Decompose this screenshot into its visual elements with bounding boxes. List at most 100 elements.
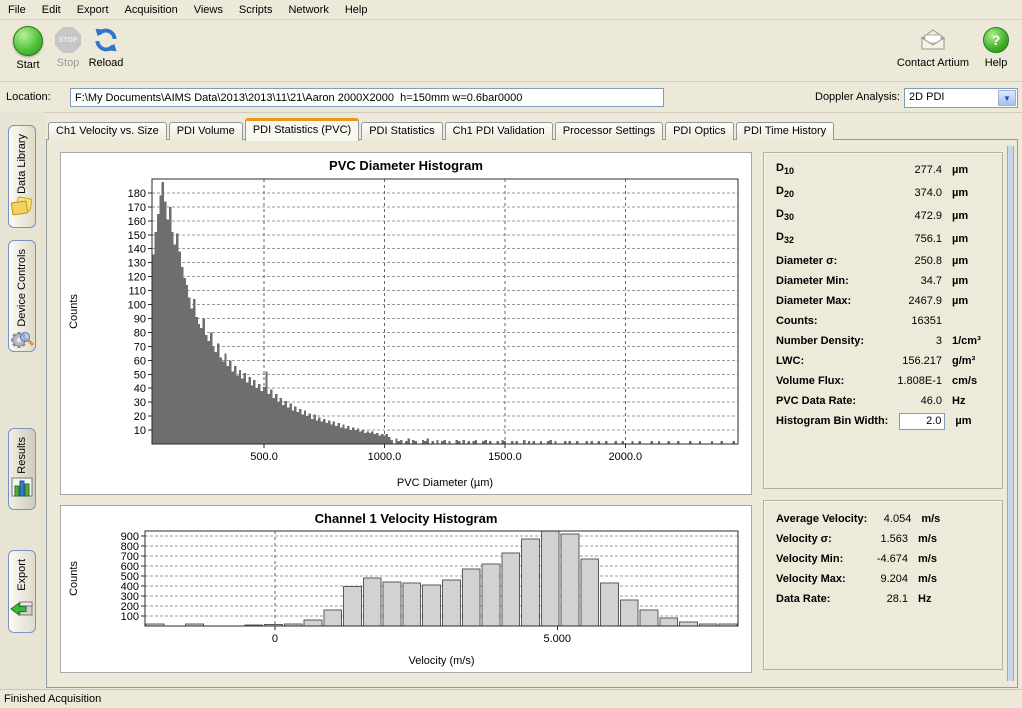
- stat-row-velocity: Velocity σ:1.563m/s: [776, 529, 994, 549]
- tab-strip: Ch1 Velocity vs. SizePDI VolumePDI Stati…: [48, 117, 1016, 140]
- velocity-histogram-panel: Channel 1 Velocity Histogram 10020030040…: [60, 505, 752, 673]
- stat-label: Velocity Min:: [776, 549, 862, 569]
- stat-row-lwc: LWC:156.217g/m³: [776, 351, 994, 371]
- svg-text:160: 160: [128, 216, 146, 228]
- menu-acquisition[interactable]: Acquisition: [117, 2, 186, 18]
- pvc-chart-title: PVC Diameter Histogram: [61, 153, 751, 175]
- aims-application-window: FileEditExportAcquisitionViewsScriptsNet…: [0, 0, 1022, 708]
- sidebar-item-label: Results: [16, 437, 28, 474]
- menu-bar: FileEditExportAcquisitionViewsScriptsNet…: [0, 0, 1022, 20]
- stat-unit: µm: [942, 291, 994, 311]
- stat-value: 46.0: [880, 391, 942, 411]
- stat-unit: µm: [942, 271, 994, 291]
- stat-label: Velocity σ:: [776, 529, 862, 549]
- velocity-histogram-chart: 10020030040050060070080090005.000Velocit…: [61, 528, 749, 670]
- sidebar-item-export[interactable]: Export: [8, 550, 36, 633]
- stat-value: 9.204: [862, 569, 908, 589]
- doppler-analysis-select[interactable]: 2D PDI ▼: [904, 88, 1018, 108]
- svg-text:140: 140: [128, 244, 146, 256]
- stat-label: Diameter σ:: [776, 251, 880, 271]
- svg-text:70: 70: [134, 341, 146, 353]
- svg-text:2000.0: 2000.0: [608, 451, 642, 463]
- contact-artium-button[interactable]: Contact Artium: [894, 26, 972, 69]
- stop-button[interactable]: STOP Stop: [50, 26, 86, 69]
- stat-label: Histogram Bin Width:: [776, 411, 888, 431]
- svg-text:1500.0: 1500.0: [488, 451, 522, 463]
- bar-chart-icon: [9, 474, 35, 503]
- stat-row-number-density: Number Density:31/cm³: [776, 331, 994, 351]
- menu-scripts[interactable]: Scripts: [231, 2, 281, 18]
- start-button[interactable]: Start: [8, 26, 48, 71]
- svg-text:130: 130: [128, 258, 146, 270]
- toolbar: Start STOP Stop Reload: [0, 20, 1022, 82]
- sidebar-item-data-library[interactable]: Data Library: [8, 125, 36, 228]
- stat-value: 156.217: [880, 351, 942, 371]
- stat-value: 250.8: [880, 251, 942, 271]
- tab-pdi-statistics[interactable]: PDI Statistics: [361, 122, 442, 140]
- stat-unit: µm: [942, 159, 994, 182]
- location-label: Location:: [6, 91, 51, 103]
- svg-text:Counts: Counts: [68, 561, 80, 596]
- contact-artium-label: Contact Artium: [894, 57, 972, 69]
- sidebar-item-device-controls[interactable]: Device Controls: [8, 240, 36, 352]
- sidebar-item-label: Device Controls: [16, 249, 28, 327]
- stat-row-d32: D32756.1µm: [776, 228, 994, 251]
- tab-processor-settings[interactable]: Processor Settings: [555, 122, 663, 140]
- stop-icon: STOP: [55, 27, 81, 53]
- tab-pdi-time-history[interactable]: PDI Time History: [736, 122, 835, 140]
- svg-text:100: 100: [128, 300, 146, 312]
- sidebar-item-results[interactable]: Results: [8, 428, 36, 510]
- stat-unit: m/s: [908, 549, 994, 569]
- stat-row-d10: D10277.4µm: [776, 159, 994, 182]
- stat-label: Volume Flux:: [776, 371, 880, 391]
- menu-views[interactable]: Views: [186, 2, 231, 18]
- stat-value: 4.054: [867, 509, 911, 529]
- menu-help[interactable]: Help: [337, 2, 376, 18]
- menu-edit[interactable]: Edit: [34, 2, 69, 18]
- stat-unit: µm: [945, 411, 994, 431]
- svg-text:30: 30: [134, 397, 146, 409]
- stat-unit: g/m³: [942, 351, 994, 371]
- menu-file[interactable]: File: [0, 2, 34, 18]
- stat-value: 2467.9: [880, 291, 942, 311]
- tab-pdi-optics[interactable]: PDI Optics: [665, 122, 734, 140]
- svg-text:80: 80: [134, 327, 146, 339]
- svg-text:1000.0: 1000.0: [368, 451, 402, 463]
- velocity-chart-title: Channel 1 Velocity Histogram: [61, 506, 751, 528]
- svg-text:10: 10: [134, 425, 146, 437]
- stat-value: 3: [880, 331, 942, 351]
- tab-ch1-velocity-vs-size[interactable]: Ch1 Velocity vs. Size: [48, 122, 167, 140]
- location-input[interactable]: [70, 88, 664, 107]
- svg-text:90: 90: [134, 313, 146, 325]
- tab-ch1-pdi-validation[interactable]: Ch1 PDI Validation: [445, 122, 553, 140]
- stat-label: PVC Data Rate:: [776, 391, 880, 411]
- stat-unit: Hz: [908, 589, 994, 609]
- stat-row-d20: D20374.0µm: [776, 182, 994, 205]
- menu-export[interactable]: Export: [69, 2, 117, 18]
- stat-row-counts: Counts:16351: [776, 311, 994, 331]
- svg-text:180: 180: [128, 188, 146, 200]
- stat-value: 34.7: [880, 271, 942, 291]
- histogram-bin-width-input[interactable]: [899, 413, 945, 430]
- stat-value: 28.1: [862, 589, 908, 609]
- help-icon: ?: [983, 27, 1009, 53]
- stat-unit: µm: [942, 205, 994, 228]
- stat-label: Velocity Max:: [776, 569, 862, 589]
- help-button[interactable]: ? Help: [980, 26, 1012, 69]
- tab-pdi-statistics-pvc[interactable]: PDI Statistics (PVC): [245, 118, 359, 141]
- reload-button[interactable]: Reload: [84, 26, 128, 69]
- status-bar: Finished Acquisition: [0, 689, 1022, 708]
- stat-value: [888, 411, 945, 431]
- stat-row-velocity-max: Velocity Max:9.204m/s: [776, 569, 994, 589]
- chevron-down-icon[interactable]: ▼: [998, 90, 1016, 106]
- svg-text:Velocity (m/s): Velocity (m/s): [408, 655, 474, 667]
- svg-text:120: 120: [128, 272, 146, 284]
- svg-text:900: 900: [121, 531, 139, 543]
- reload-icon: [84, 26, 128, 54]
- tab-pdi-volume[interactable]: PDI Volume: [169, 122, 243, 140]
- panel-splitter[interactable]: [1007, 146, 1014, 681]
- menu-network[interactable]: Network: [280, 2, 336, 18]
- stat-label: Data Rate:: [776, 589, 862, 609]
- sidebar-item-label: Export: [16, 559, 28, 591]
- stat-unit: µm: [942, 251, 994, 271]
